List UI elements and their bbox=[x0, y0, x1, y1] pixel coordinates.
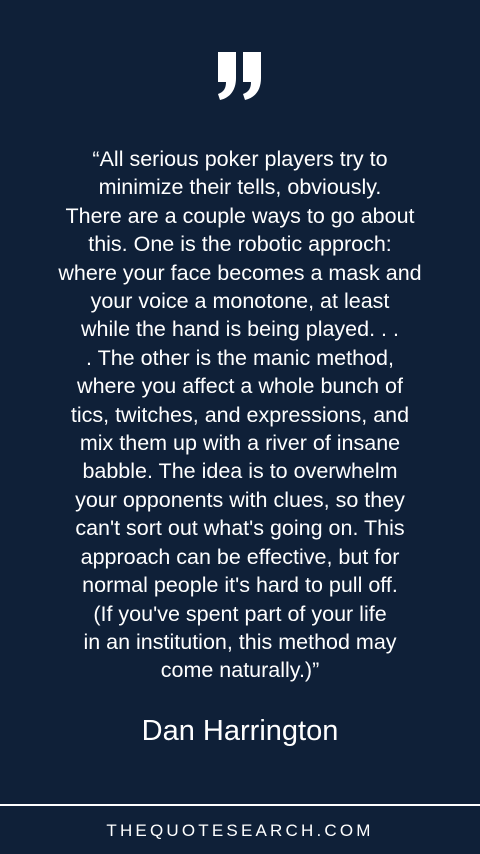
site-name: THEQUOTESEARCH.COM bbox=[106, 821, 374, 840]
closing-double-quote-icon bbox=[218, 52, 261, 100]
quote-text: “All serious poker players try to minimi… bbox=[58, 147, 422, 683]
author-name: Dan Harrington bbox=[141, 715, 339, 747]
footer-divider bbox=[0, 804, 480, 806]
